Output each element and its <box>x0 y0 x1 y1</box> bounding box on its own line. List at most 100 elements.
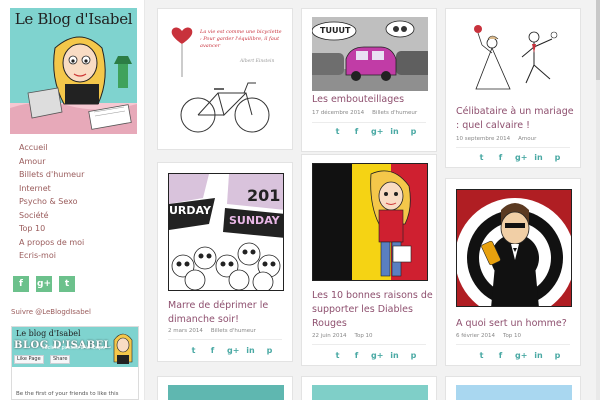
post-date: 22 juin 2014 <box>312 333 347 339</box>
post-card-partial-3 <box>445 376 581 400</box>
nav-item-top10[interactable]: Top 10 <box>19 222 84 236</box>
post-card-mariage: Célibataire à un mariage : quel calvaire… <box>445 8 581 168</box>
card-divider <box>312 344 426 345</box>
velo-signature: Albert Einstein <box>240 59 275 64</box>
post-card-partial-2 <box>301 376 437 400</box>
post-card-embouteillages: TUUUT Les embouteillages 17 décembre 201… <box>301 8 437 152</box>
nav-item-apropos[interactable]: A propos de moi <box>19 236 84 250</box>
nav-item-amour[interactable]: Amour <box>19 155 84 169</box>
post-date: 2 mars 2014 <box>168 328 203 334</box>
post-thumb-partial-3[interactable] <box>456 385 572 400</box>
traffic-balloon-text: TUUUT <box>320 26 351 35</box>
scrollbar-thumb[interactable] <box>596 0 600 80</box>
twitter-icon[interactable]: t <box>189 346 198 355</box>
velo-quote: La vie est comme une bicyclette : Pour g… <box>200 29 282 49</box>
nav-item-psycho[interactable]: Psycho & Sexo <box>19 195 84 209</box>
post-title-mariage[interactable]: Célibataire à un mariage : quel calvaire… <box>456 105 576 133</box>
post-title-diables[interactable]: Les 10 bonnes raisons de supporter les D… <box>312 289 434 331</box>
twitter-follow-link[interactable]: Suivre @LeBlogdIsabel <box>11 308 91 316</box>
post-meta-mariage: 10 septembre 2014 Amour <box>456 136 544 142</box>
post-title-embouteillages[interactable]: Les embouteillages <box>312 93 428 107</box>
card-divider <box>456 344 570 345</box>
post-title-dimanche[interactable]: Marre de déprimer le dimanche soir! <box>168 299 288 327</box>
post-meta-homme: 6 février 2014 Top 10 <box>456 333 529 339</box>
linkedin-icon[interactable]: in <box>246 346 255 355</box>
page-scrollbar[interactable] <box>596 0 600 400</box>
facebook-icon[interactable]: f <box>208 346 217 355</box>
googleplus-icon[interactable]: g+ <box>371 127 383 136</box>
post-thumb-dimanche[interactable]: 201 URDAY SUNDAY <box>168 173 284 291</box>
post-thumb-velo[interactable]: La vie est comme une bicyclette : Pour g… <box>168 17 284 141</box>
twitter-icon[interactable]: t <box>333 351 342 360</box>
linkedin-icon[interactable]: in <box>390 127 399 136</box>
calendar-sunday-text: SUNDAY <box>229 214 280 227</box>
sidebar-social: f g+ t <box>13 276 75 292</box>
facebook-icon[interactable]: f <box>13 276 29 292</box>
googleplus-icon[interactable]: g+ <box>227 346 239 355</box>
nav-item-billets[interactable]: Billets d'humeur <box>19 168 84 182</box>
facebook-icon[interactable]: f <box>352 127 361 136</box>
post-card-dimanche: 201 URDAY SUNDAY Marre de déprimer le di… <box>157 162 293 362</box>
linkedin-icon[interactable]: in <box>534 153 543 162</box>
linkedin-icon[interactable]: in <box>390 351 399 360</box>
share-icons: t f g+ in p <box>333 127 418 136</box>
blog-header-image[interactable]: Le Blog d'Isabel <box>10 8 137 134</box>
post-card-velo: La vie est comme une bicyclette : Pour g… <box>157 8 293 150</box>
twitter-icon[interactable]: t <box>477 351 486 360</box>
pinterest-icon[interactable]: p <box>265 346 274 355</box>
fb-description: société passée à la loupe <box>42 345 106 351</box>
post-category[interactable]: Billets d'humeur <box>372 110 417 116</box>
pinterest-icon[interactable]: p <box>409 351 418 360</box>
post-thumb-diables[interactable] <box>312 163 428 281</box>
nav-item-accueil[interactable]: Accueil <box>19 141 84 155</box>
facebook-icon[interactable]: f <box>496 351 505 360</box>
nav-item-societe[interactable]: Société <box>19 209 84 223</box>
post-category[interactable]: Top 10 <box>355 333 373 339</box>
post-thumb-embouteillages[interactable]: TUUUT <box>312 17 428 91</box>
pinterest-icon[interactable]: p <box>553 351 562 360</box>
facebook-icon[interactable]: f <box>496 153 505 162</box>
post-thumb-homme[interactable] <box>456 189 572 307</box>
twitter-icon[interactable]: t <box>59 276 75 292</box>
post-title-homme[interactable]: A quoi sert un homme? <box>456 317 576 331</box>
post-thumb-partial-2[interactable] <box>312 385 428 400</box>
card-divider <box>456 147 570 148</box>
fb-like-button[interactable]: Like Page <box>14 355 44 364</box>
sidebar: Le Blog d'Isabel Accueil Amour Billets d… <box>0 0 145 400</box>
fb-share-button[interactable]: Share <box>50 355 71 364</box>
nav-item-internet[interactable]: Internet <box>19 182 84 196</box>
fb-avatar-illustration <box>113 333 133 364</box>
post-category[interactable]: Top 10 <box>503 333 521 339</box>
calendar-year-text: 201 <box>247 186 281 205</box>
twitter-icon[interactable]: t <box>477 153 486 162</box>
googleplus-icon[interactable]: g+ <box>371 351 383 360</box>
share-icons: t f g+ in p <box>477 153 562 162</box>
facebook-page-widget: Le blog d'Isabel BLOG D'ISABEL société p… <box>11 326 139 400</box>
post-meta-embouteillages: 17 décembre 2014 Billets d'humeur <box>312 110 425 116</box>
twitter-icon[interactable]: t <box>333 127 342 136</box>
belgian-flag-girl-illustration <box>313 164 427 280</box>
post-category[interactable]: Amour <box>518 136 536 142</box>
share-icons: t f g+ in p <box>333 351 418 360</box>
googleplus-icon[interactable]: g+ <box>515 153 527 162</box>
nav-item-ecris[interactable]: Ecris-moi <box>19 249 84 263</box>
post-date: 17 décembre 2014 <box>312 110 365 116</box>
fb-friends-text: Be the first of your friends to like thi… <box>16 391 119 397</box>
post-meta-diables: 22 juin 2014 Top 10 <box>312 333 381 339</box>
post-date: 10 septembre 2014 <box>456 136 511 142</box>
post-date: 6 février 2014 <box>456 333 496 339</box>
post-thumb-mariage[interactable] <box>456 17 572 101</box>
main-nav: Accueil Amour Billets d'humeur Internet … <box>19 141 84 263</box>
pinterest-icon[interactable]: p <box>553 153 562 162</box>
card-divider <box>312 122 426 123</box>
wedding-couple-illustration <box>474 25 558 90</box>
pinterest-icon[interactable]: p <box>409 127 418 136</box>
fb-banner-image[interactable]: Le blog d'Isabel BLOG D'ISABEL société p… <box>12 327 138 367</box>
post-category[interactable]: Billets d'humeur <box>211 328 256 334</box>
linkedin-icon[interactable]: in <box>534 351 543 360</box>
googleplus-icon[interactable]: g+ <box>515 351 527 360</box>
fb-page-name[interactable]: Le blog d'Isabel <box>16 329 81 338</box>
googleplus-icon[interactable]: g+ <box>36 276 52 292</box>
facebook-icon[interactable]: f <box>352 351 361 360</box>
post-thumb-partial-1[interactable] <box>168 385 284 400</box>
